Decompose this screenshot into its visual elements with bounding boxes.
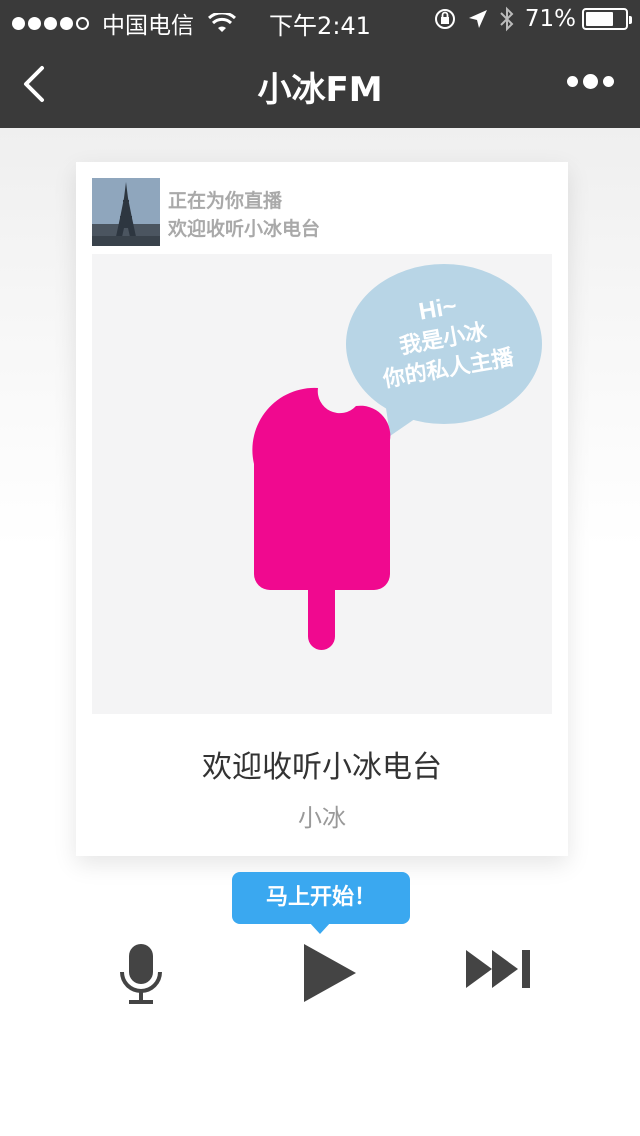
play-button[interactable]: [300, 942, 358, 1004]
location-arrow-icon: [468, 10, 487, 28]
station-name-text: 欢迎收听小冰电台: [168, 218, 321, 240]
bluetooth-icon: [500, 6, 514, 32]
song-artist: 小冰: [298, 804, 346, 832]
battery-icon: [582, 8, 632, 30]
station-thumbnail[interactable]: [92, 178, 160, 246]
microphone-button[interactable]: [118, 942, 164, 1006]
popsicle-illustration: Hi~ 我是小冰 你的私人主播: [252, 264, 542, 650]
eiffel-tower-image: [92, 178, 160, 246]
next-track-button[interactable]: [464, 948, 536, 990]
orientation-lock-icon: [434, 9, 455, 29]
battery-percent: 71%: [524, 6, 576, 32]
song-title: 欢迎收听小冰电台: [202, 750, 442, 785]
album-art: Hi~ 我是小冰 你的私人主播: [92, 254, 552, 714]
tooltip-arrow: [309, 922, 331, 934]
start-now-tooltip[interactable]: 马上开始！: [232, 872, 410, 924]
more-button[interactable]: [562, 74, 614, 89]
live-status-text: 正在为你直播: [168, 190, 283, 212]
popsicle-icon: [252, 387, 391, 650]
navigation-bar: 小冰FM: [0, 40, 640, 128]
page-title: 小冰FM: [257, 70, 383, 110]
now-playing-card: 正在为你直播 欢迎收听小冰电台 Hi~ 我是小冰 你的私人主播 欢迎收听小冰电台…: [76, 162, 568, 856]
top-bar: 中国电信 下午2:41 71% 小冰FM: [0, 0, 640, 128]
status-bar: 中国电信 下午2:41 71%: [0, 0, 640, 40]
status-right: 71%: [433, 6, 632, 32]
